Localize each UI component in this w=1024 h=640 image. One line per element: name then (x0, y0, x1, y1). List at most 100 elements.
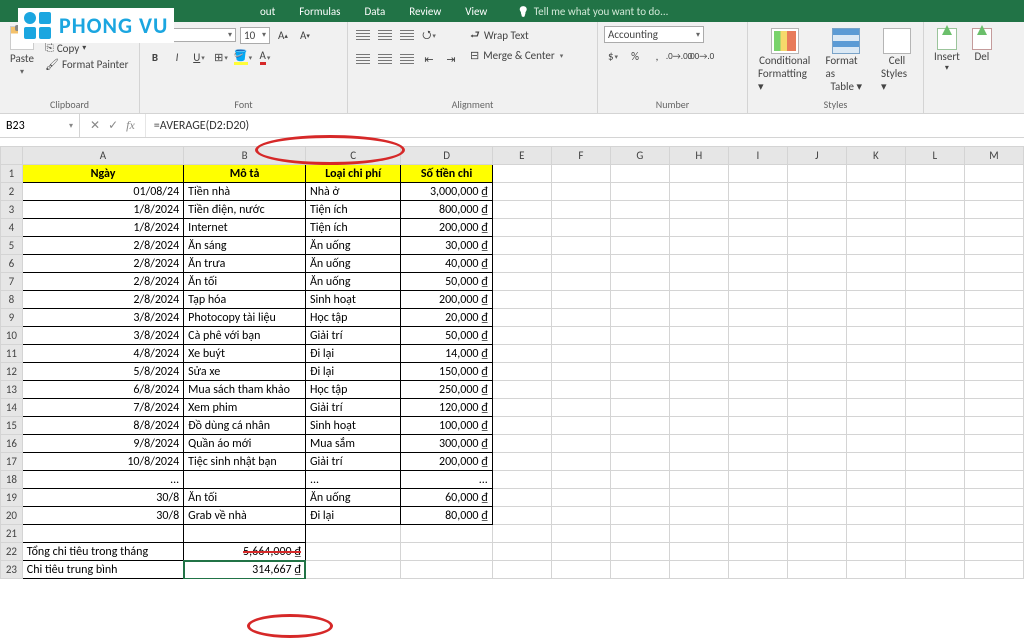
cell[interactable]: Ăn sáng (184, 237, 306, 255)
row-header[interactable]: 7 (1, 273, 23, 291)
row-header[interactable]: 4 (1, 219, 23, 237)
cell[interactable]: Chi tiêu trung bình (22, 561, 183, 579)
cell[interactable]: Ăn tối (184, 489, 306, 507)
border-button[interactable]: ⊞ (212, 48, 230, 66)
col-header[interactable]: J (787, 147, 846, 165)
cell[interactable]: Ăn uống (305, 273, 400, 291)
tab-data[interactable]: Data (352, 1, 397, 22)
cell[interactable]: Giải trí (305, 399, 400, 417)
cell[interactable]: 800,000 ₫ (401, 201, 493, 219)
col-header[interactable]: D (401, 147, 493, 165)
cell[interactable]: 1/8/2024 (22, 219, 183, 237)
number-format-select[interactable]: Accounting▾ (604, 26, 704, 43)
row-header[interactable]: 21 (1, 525, 23, 543)
tab-formulas[interactable]: Formulas (287, 1, 352, 22)
cell[interactable]: 250,000 ₫ (401, 381, 493, 399)
insert-cells-button[interactable]: Insert▾ (930, 26, 964, 75)
cell[interactable]: 5/8/2024 (22, 363, 183, 381)
font-size-select[interactable]: 10▾ (240, 27, 270, 44)
format-as-table-button[interactable]: Format as Table ▾ (821, 26, 871, 95)
cell[interactable]: Sinh hoạt (305, 417, 400, 435)
cell[interactable]: ... (305, 471, 400, 489)
italic-button[interactable]: I (168, 48, 186, 66)
row-header[interactable]: 5 (1, 237, 23, 255)
col-header[interactable]: G (610, 147, 669, 165)
row-header[interactable]: 19 (1, 489, 23, 507)
cell[interactable]: Xe buýt (184, 345, 306, 363)
cell[interactable]: Ăn trưa (184, 255, 306, 273)
cell[interactable]: Đồ dùng cá nhân (184, 417, 306, 435)
cell[interactable]: 4/8/2024 (22, 345, 183, 363)
col-header[interactable]: B (184, 147, 306, 165)
cell[interactable]: Sửa xe (184, 363, 306, 381)
cell[interactable]: Giải trí (305, 453, 400, 471)
align-left-button[interactable] (354, 50, 372, 68)
tab-review[interactable]: Review (397, 1, 453, 22)
indent-dec-button[interactable]: ⇤ (420, 50, 438, 68)
cell[interactable]: Ăn tối (184, 273, 306, 291)
percent-button[interactable]: % (626, 47, 644, 65)
cell[interactable]: 3/8/2024 (22, 327, 183, 345)
cell[interactable]: Mua sách tham khảo (184, 381, 306, 399)
align-center-button[interactable] (376, 50, 394, 68)
row-header[interactable]: 20 (1, 507, 23, 525)
comma-button[interactable]: , (648, 47, 666, 65)
decrease-font-button[interactable]: A▾ (296, 26, 314, 44)
cell[interactable]: 30,000 ₫ (401, 237, 493, 255)
col-header[interactable]: F (551, 147, 610, 165)
row-header[interactable]: 6 (1, 255, 23, 273)
cell[interactable]: Internet (184, 219, 306, 237)
row-header[interactable]: 18 (1, 471, 23, 489)
cell[interactable]: 50,000 ₫ (401, 327, 493, 345)
format-painter-button[interactable]: 🖌Format Painter (42, 57, 131, 72)
row-header[interactable]: 14 (1, 399, 23, 417)
cell[interactable]: 20,000 ₫ (401, 309, 493, 327)
col-header[interactable]: M (964, 147, 1023, 165)
font-color-button[interactable]: A (256, 48, 274, 66)
cancel-formula-icon[interactable]: ✕ (90, 118, 100, 133)
cell[interactable]: Tiệc sinh nhật bạn (184, 453, 306, 471)
cell[interactable]: 10/8/2024 (22, 453, 183, 471)
row-header[interactable]: 1 (1, 165, 23, 183)
cell[interactable]: 200,000 ₫ (401, 453, 493, 471)
cell[interactable]: Mô tả (184, 165, 306, 183)
row-header[interactable]: 8 (1, 291, 23, 309)
cell[interactable]: Tạp hóa (184, 291, 306, 309)
cell[interactable]: 60,000 ₫ (401, 489, 493, 507)
col-header[interactable]: E (492, 147, 551, 165)
cell[interactable]: Nhà ở (305, 183, 400, 201)
delete-cells-button[interactable]: Del (968, 26, 996, 65)
cell[interactable]: 6/8/2024 (22, 381, 183, 399)
cell[interactable]: Đi lại (305, 363, 400, 381)
name-box[interactable]: B23▾ (0, 114, 80, 137)
cell[interactable]: 2/8/2024 (22, 237, 183, 255)
cell[interactable]: Ăn uống (305, 255, 400, 273)
col-header[interactable]: K (846, 147, 905, 165)
cell[interactable]: 50,000 ₫ (401, 273, 493, 291)
tell-me-search[interactable]: Tell me what you want to do... (499, 5, 668, 18)
cell[interactable]: Ăn uống (305, 489, 400, 507)
cell[interactable]: Số tiền chi (401, 165, 493, 183)
cell[interactable]: 5,664,000 ₫ (184, 543, 306, 561)
cell[interactable]: Quần áo mới (184, 435, 306, 453)
row-header[interactable]: 2 (1, 183, 23, 201)
cell[interactable]: Ngày (22, 165, 183, 183)
underline-button[interactable]: U (190, 48, 208, 66)
cell[interactable]: Grab về nhà (184, 507, 306, 525)
cell[interactable]: Học tập (305, 309, 400, 327)
cell[interactable]: Tiện ích (305, 219, 400, 237)
cell[interactable] (492, 165, 551, 183)
cell[interactable]: Tổng chi tiêu trong tháng (22, 543, 183, 561)
cell[interactable]: 2/8/2024 (22, 255, 183, 273)
tab-layout[interactable]: out (248, 1, 287, 22)
cell[interactable]: 14,000 ₫ (401, 345, 493, 363)
cell[interactable]: 200,000 ₫ (401, 219, 493, 237)
cell[interactable]: 80,000 ₫ (401, 507, 493, 525)
enter-formula-icon[interactable]: ✓ (108, 118, 118, 133)
col-header[interactable]: L (905, 147, 964, 165)
cell[interactable]: 200,000 ₫ (401, 291, 493, 309)
row-header[interactable]: 13 (1, 381, 23, 399)
row-header[interactable]: 17 (1, 453, 23, 471)
row-header[interactable]: 22 (1, 543, 23, 561)
decrease-decimal-button[interactable]: .00→.0 (692, 47, 710, 65)
